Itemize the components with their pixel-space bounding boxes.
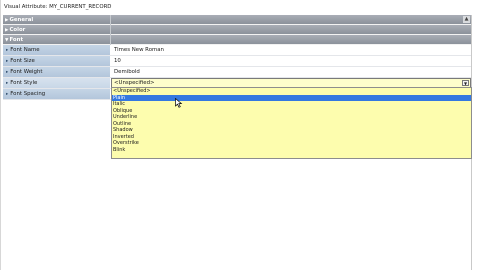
triangle-down-icon: ▼ xyxy=(5,38,9,43)
property-row-font-name[interactable]: ▸ Font Name Times New Roman xyxy=(3,45,471,56)
property-row-font-weight[interactable]: ▸ Font Weight Demibold xyxy=(3,67,471,78)
property-value[interactable]: Demibold xyxy=(111,67,471,77)
property-name: ▸ Font Size xyxy=(3,56,110,66)
scroll-up-icon[interactable]: ▲ xyxy=(463,16,470,23)
column-divider xyxy=(110,25,111,35)
property-value[interactable]: 10 xyxy=(111,56,471,66)
property-name: ▸ Font Style xyxy=(3,78,110,88)
triangle-right-icon: ▶ xyxy=(5,18,9,23)
property-name: ▸ Font Name xyxy=(3,45,110,55)
triangle-right-icon: ▸ xyxy=(6,48,9,53)
property-palette-window: Visual Attribute: MY_CURRENT_RECORD ▶Gen… xyxy=(0,0,480,270)
column-divider xyxy=(110,15,111,25)
dropdown-option[interactable]: Blink xyxy=(112,147,471,154)
category-color[interactable]: ▶Color xyxy=(3,25,471,35)
category-general[interactable]: ▶General ▲ xyxy=(3,15,471,25)
chevron-down-icon[interactable]: ▼ xyxy=(462,80,469,86)
column-divider xyxy=(110,35,111,45)
triangle-right-icon: ▶ xyxy=(5,28,9,33)
property-value[interactable]: Times New Roman xyxy=(111,45,471,55)
mouse-cursor-icon xyxy=(175,98,183,108)
property-name: ▸ Font Spacing xyxy=(3,89,110,99)
property-row-font-size[interactable]: ▸ Font Size 10 xyxy=(3,56,471,67)
triangle-right-icon: ▸ xyxy=(6,81,9,86)
triangle-right-icon: ▸ xyxy=(6,92,9,97)
category-font[interactable]: ▼Font xyxy=(3,35,471,45)
triangle-right-icon: ▸ xyxy=(6,59,9,64)
window-title: Visual Attribute: MY_CURRENT_RECORD xyxy=(4,4,112,10)
property-name: ▸ Font Weight xyxy=(3,67,110,77)
font-style-dropdown-list[interactable]: <Unspecified> Plain Italic Oblique Under… xyxy=(111,87,472,159)
font-style-select-value: <Unspecified> xyxy=(114,80,155,86)
triangle-right-icon: ▸ xyxy=(6,70,9,75)
